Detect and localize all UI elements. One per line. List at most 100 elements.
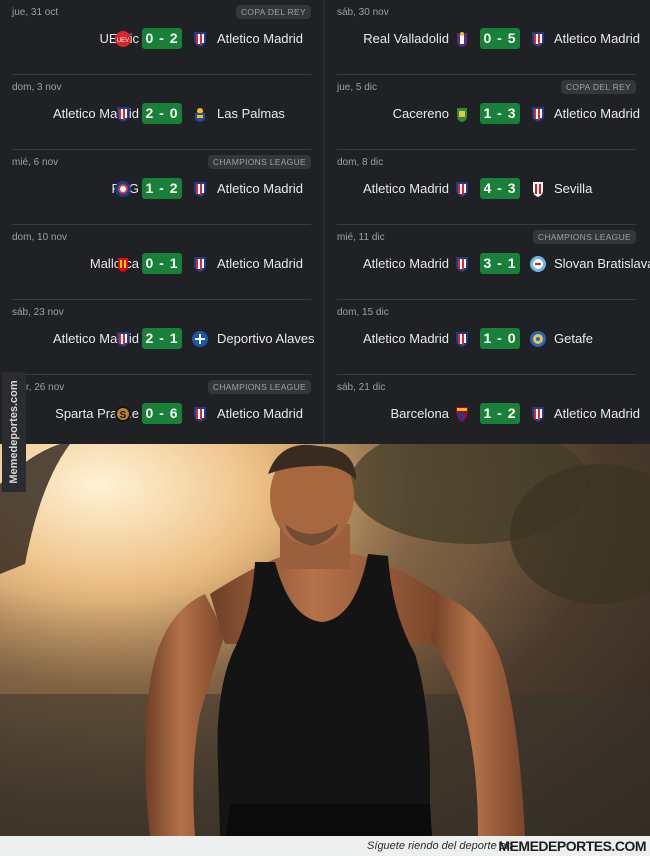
- score-line: UE VicUEV0 - 2Atletico Madrid: [12, 28, 311, 50]
- score-line: Barcelona 1 - 2 Atletico Madrid: [337, 403, 640, 425]
- sparta-crest-icon: S: [114, 405, 132, 423]
- cacereno-crest-icon: [453, 105, 471, 123]
- score-badge: 0 - 1: [142, 253, 182, 274]
- match-row[interactable]: sáb, 30 nov Real Valladolid 0 - 5 Atletico …: [337, 0, 640, 75]
- match-row[interactable]: dom, 10 nov Mallorca 0 - 1 Atletico Madrid: [12, 225, 311, 300]
- away-team: Atletico Madrid: [554, 106, 640, 121]
- home-team: Cacereno: [392, 106, 449, 121]
- score-line: Mallorca 0 - 1 Atletico Madrid: [12, 253, 311, 275]
- results-column-left: jue, 31 octCOPA DEL REYUE VicUEV0 - 2Atl…: [0, 0, 323, 450]
- home-team: Atletico Madrid: [363, 181, 449, 196]
- away-team: Atletico Madrid: [217, 31, 303, 46]
- score-badge: 4 - 3: [480, 178, 520, 199]
- muscular-man-illustration: [0, 444, 650, 836]
- match-date: sáb, 23 nov: [12, 307, 64, 318]
- atletico-crest-icon: [453, 330, 471, 348]
- score-line: PSG1 - 2Atletico Madrid: [12, 178, 311, 200]
- score-line: Atletico Madrid 2 - 0 Las Palmas: [12, 103, 311, 125]
- match-row[interactable]: mié, 6 novCHAMPIONS LEAGUEPSG1 - 2Atleti…: [12, 150, 311, 225]
- match-row[interactable]: dom, 3 nov Atletico Madrid 2 - 0 Las Palmas: [12, 75, 311, 150]
- score-line: Atletico Madrid 1 - 0 Getafe: [337, 328, 636, 350]
- barcelona-crest-icon: [453, 405, 471, 423]
- coach-photo: [0, 444, 650, 836]
- alaves-crest-icon: [191, 330, 209, 348]
- home-team: Atletico Madrid: [363, 256, 449, 271]
- away-team: Slovan Bratislava: [554, 256, 650, 271]
- side-watermark: Memedeportes.com: [2, 372, 26, 492]
- match-date: sáb, 30 nov: [337, 7, 389, 18]
- footer-text: Síguete riendo del deporte en: [367, 840, 512, 852]
- match-date: dom, 3 nov: [12, 82, 62, 93]
- away-team: Atletico Madrid: [554, 31, 640, 46]
- match-row[interactable]: sáb, 21 dic Barcelona 1 - 2 Atletico Madrid: [337, 375, 640, 450]
- match-date: sáb, 21 dic: [337, 382, 386, 393]
- ue-vic-crest-icon: UEV: [114, 30, 132, 48]
- mallorca-crest-icon: [114, 255, 132, 273]
- home-team: Real Valladolid: [363, 31, 449, 46]
- match-row[interactable]: jue, 5 dic COPA DEL REY Cacereno 1 - 3 Atlet…: [337, 75, 640, 150]
- score-badge: 3 - 1: [480, 253, 520, 274]
- score-line: Atletico Madrid 4 - 3 Sevilla: [337, 178, 636, 200]
- score-badge: 1 - 3: [480, 103, 520, 124]
- competition-badge: CHAMPIONS LEAGUE: [207, 155, 311, 169]
- score-line: Real Valladolid 0 - 5 Atletico Madrid: [337, 28, 640, 50]
- results-panel: jue, 31 octCOPA DEL REYUE VicUEV0 - 2Atl…: [0, 0, 650, 450]
- away-team: Atletico Madrid: [217, 256, 303, 271]
- atletico-crest-icon: [529, 30, 547, 48]
- results-column-right: sáb, 30 nov Real Valladolid 0 - 5 Atletico …: [325, 0, 650, 450]
- match-row[interactable]: jue, 31 octCOPA DEL REYUE VicUEV0 - 2Atl…: [12, 0, 311, 75]
- atletico-crest-icon: [114, 330, 132, 348]
- footer-logo[interactable]: MEMEDEPORTES.COM: [498, 838, 646, 854]
- atletico-crest-icon: [191, 255, 209, 273]
- match-date: mié, 6 nov: [12, 157, 59, 168]
- score-line: Atletico Madrid 3 - 1 Slovan Bratislava: [337, 253, 650, 275]
- competition-badge: CHAMPIONS LEAGUE: [207, 380, 311, 394]
- home-team: Barcelona: [390, 406, 449, 421]
- score-badge: 2 - 1: [142, 328, 182, 349]
- getafe-crest-icon: [529, 330, 547, 348]
- score-badge: 1 - 2: [480, 403, 520, 424]
- sevilla-crest-icon: [529, 180, 547, 198]
- match-date: jue, 5 dic: [337, 82, 378, 93]
- score-badge: 0 - 2: [142, 28, 182, 49]
- away-team: Atletico Madrid: [554, 406, 640, 421]
- match-row[interactable]: mié, 11 dic CHAMPIONS LEAGUE Atletico Madr…: [337, 225, 650, 300]
- match-date: dom, 15 dic: [337, 307, 389, 318]
- las-palmas-crest-icon: [191, 105, 209, 123]
- score-badge: 2 - 0: [142, 103, 182, 124]
- psg-crest-icon: [114, 180, 132, 198]
- score-line: Cacereno 1 - 3 Atletico Madrid: [337, 103, 640, 125]
- competition-badge: COPA DEL REY: [235, 5, 311, 19]
- match-date: dom, 8 dic: [337, 157, 384, 168]
- away-team: Sevilla: [554, 181, 593, 196]
- meme-page: jue, 31 octCOPA DEL REYUE VicUEV0 - 2Atl…: [0, 0, 650, 856]
- valladolid-crest-icon: [453, 30, 471, 48]
- match-date: dom, 10 nov: [12, 232, 68, 243]
- svg-text:S: S: [120, 410, 127, 421]
- slovan-crest-icon: [529, 255, 547, 273]
- atletico-crest-icon: [453, 180, 471, 198]
- score-line: Atletico Madrid 2 - 1 Deportivo Alaves: [12, 328, 315, 350]
- atletico-crest-icon: [191, 180, 209, 198]
- away-team: Las Palmas: [217, 106, 285, 121]
- match-row[interactable]: dom, 15 dic Atletico Madrid 1 - 0 Getafe: [337, 300, 636, 375]
- match-row[interactable]: dom, 8 dic Atletico Madrid 4 - 3 Sevilla: [337, 150, 636, 225]
- score-badge: 0 - 5: [480, 28, 520, 49]
- atletico-crest-icon: [191, 405, 209, 423]
- score-badge: 1 - 0: [480, 328, 520, 349]
- score-badge: 0 - 6: [142, 403, 182, 424]
- away-team: Atletico Madrid: [217, 181, 303, 196]
- score-badge: 1 - 2: [142, 178, 182, 199]
- away-team: Getafe: [554, 331, 594, 346]
- competition-badge: CHAMPIONS LEAGUE: [532, 230, 636, 244]
- home-team: Atletico Madrid: [363, 331, 449, 346]
- away-team: Deportivo Alaves: [217, 331, 315, 346]
- match-row[interactable]: mar, 26 nov CHAMPIONS LEAGUE Sparta Prague…: [12, 375, 311, 450]
- atletico-crest-icon: [191, 30, 209, 48]
- away-team: Atletico Madrid: [217, 406, 303, 421]
- atletico-crest-icon: [529, 405, 547, 423]
- match-date: jue, 31 oct: [12, 7, 59, 18]
- atletico-crest-icon: [114, 105, 132, 123]
- match-row[interactable]: sáb, 23 nov Atletico Madrid 2 - 1 Deportivo…: [12, 300, 315, 375]
- footer-bar: Síguete riendo del deporte en MEMEDEPORT…: [0, 836, 650, 856]
